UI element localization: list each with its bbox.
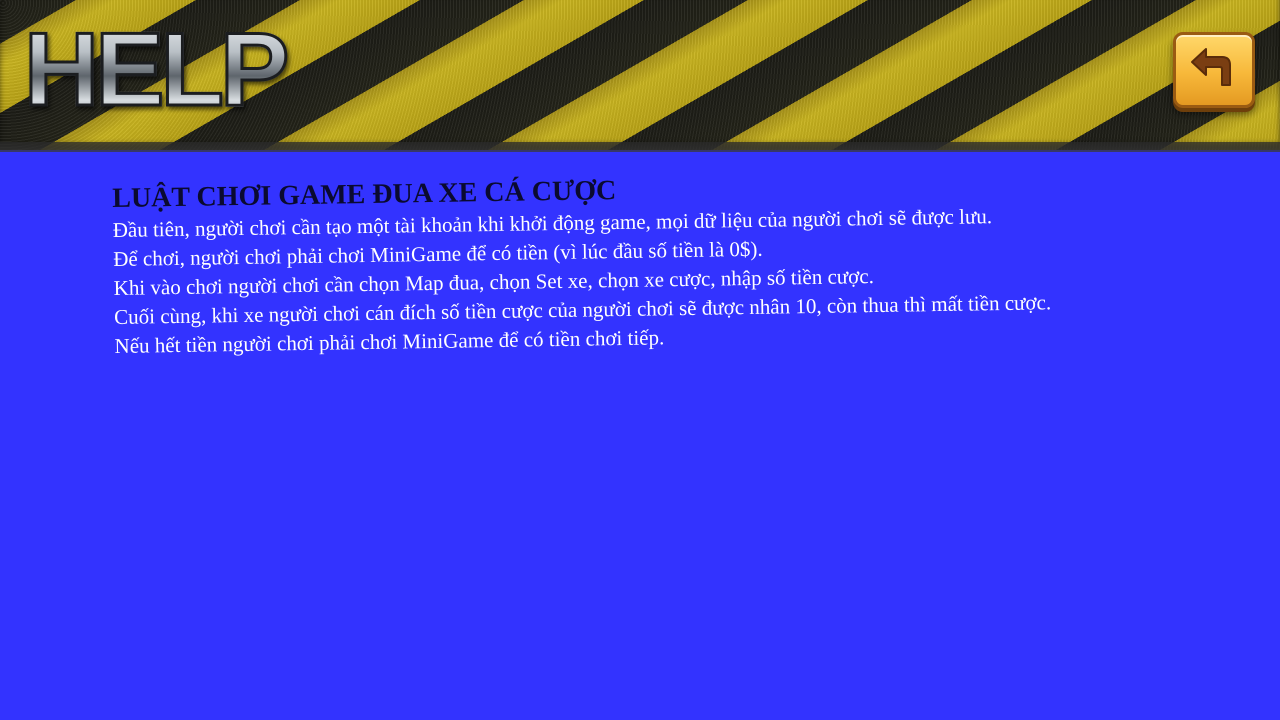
header-divider	[0, 142, 1280, 152]
help-title: HELP	[22, 11, 290, 130]
back-arrow-icon	[1191, 48, 1231, 86]
back-button[interactable]	[1173, 32, 1255, 108]
rules-panel: LUẬT CHƠI GAME ĐUA XE CÁ CƯỢC Đầu tiên, …	[112, 164, 1265, 361]
